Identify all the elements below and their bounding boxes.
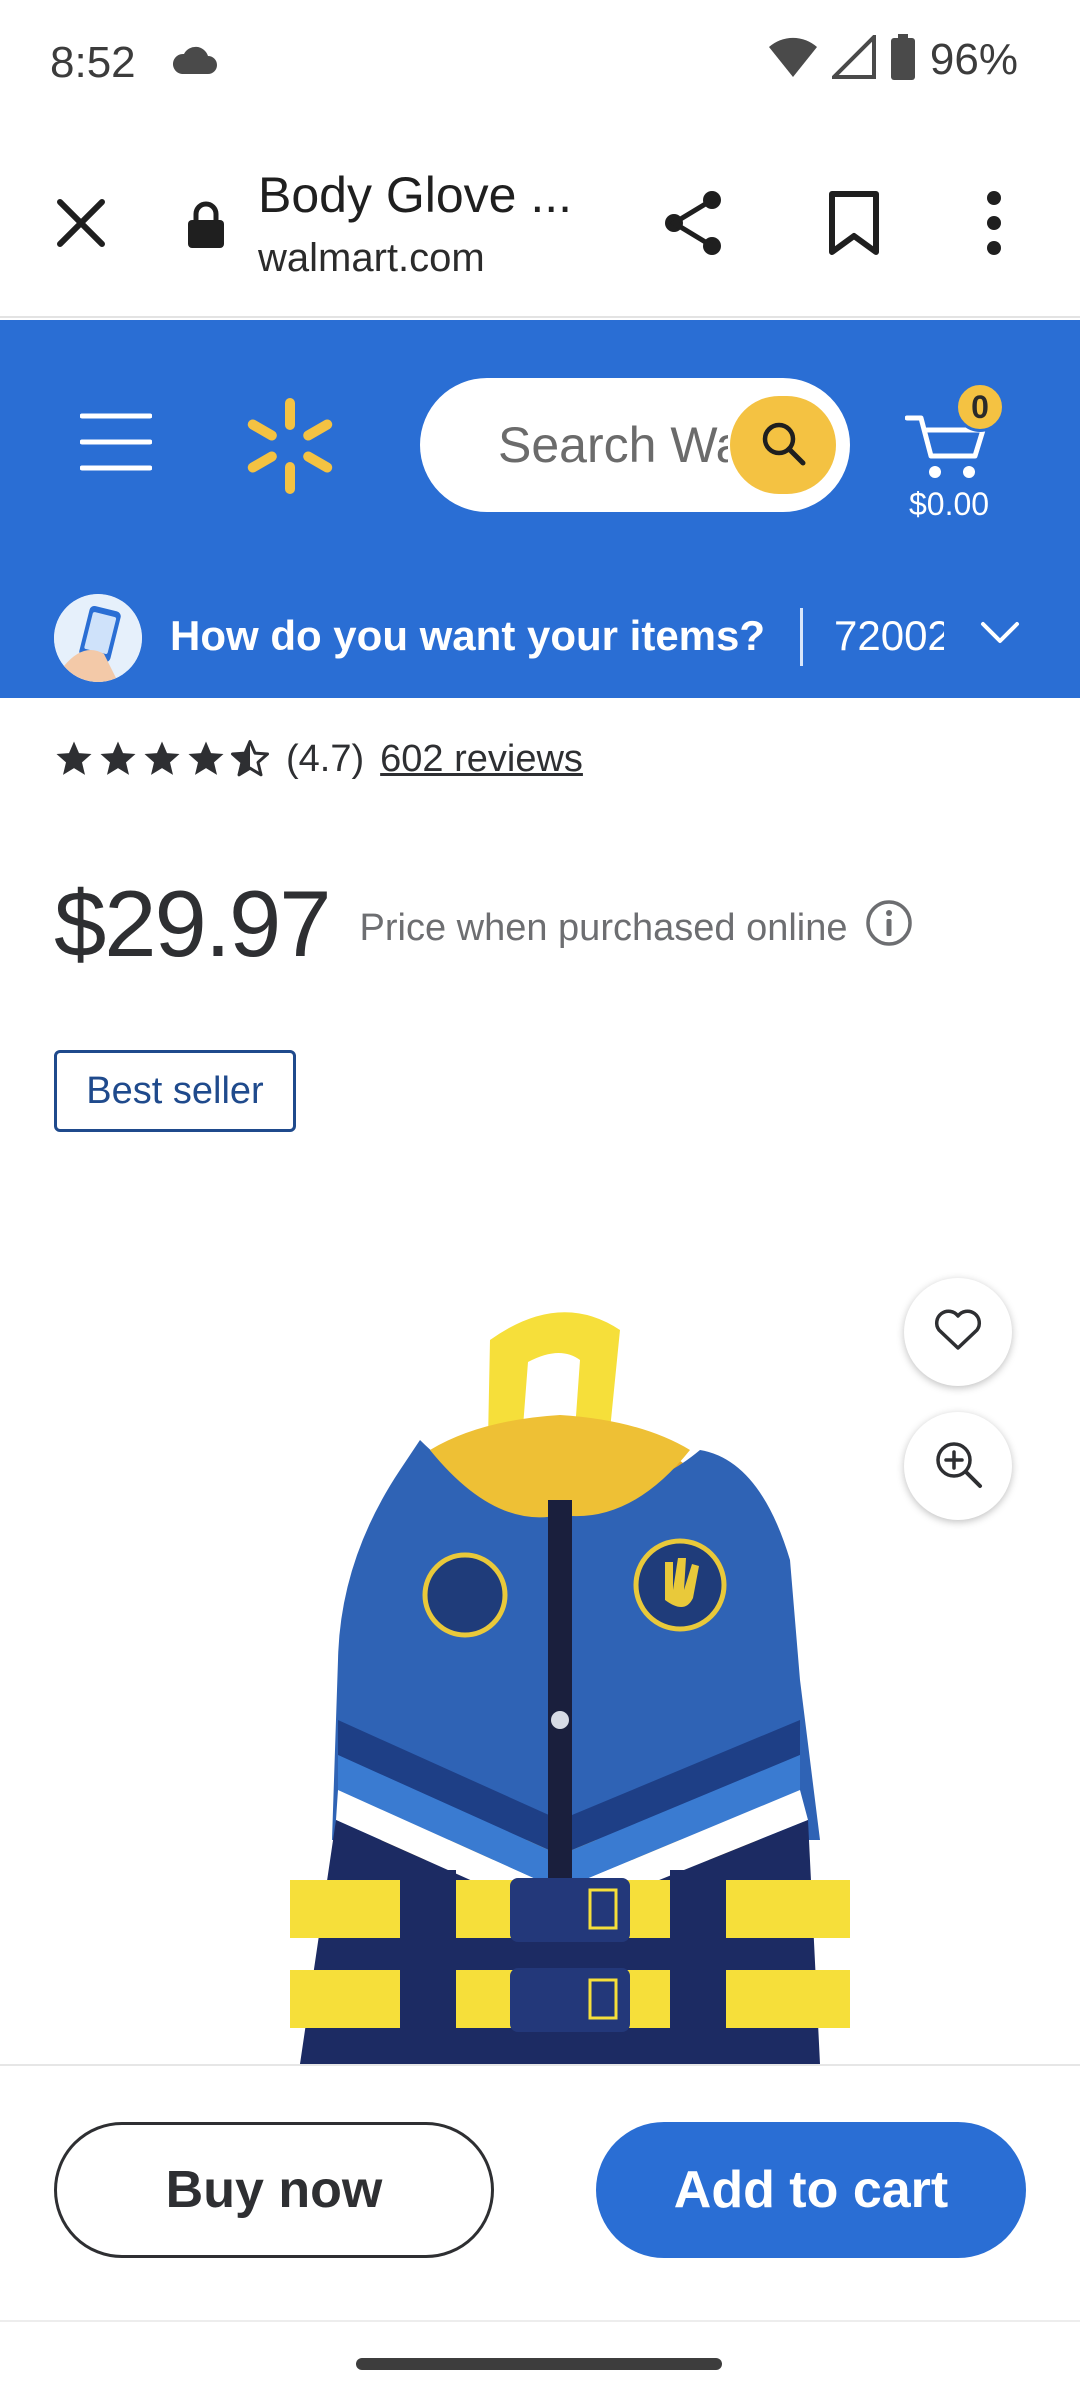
heart-icon [933, 1308, 983, 1357]
divider [800, 608, 803, 666]
browser-toolbar: Body Glove ... walmart.com [0, 128, 1080, 318]
battery-percent: 96% [929, 34, 1018, 84]
search-icon [758, 418, 808, 473]
site-header: 0 $0.00 How do you want your items? 7200… [0, 320, 1080, 698]
star-full-icon [100, 741, 136, 775]
star-full-icon [188, 741, 224, 775]
buy-now-button[interactable]: Buy now [54, 2122, 494, 2258]
search-box [420, 378, 850, 512]
info-icon[interactable] [864, 898, 914, 953]
add-to-cart-button[interactable]: Add to cart [596, 2122, 1026, 2258]
search-button[interactable] [730, 396, 836, 494]
battery-icon [890, 34, 916, 85]
rating-row: (4.7) 602 reviews [54, 730, 583, 788]
close-icon[interactable] [48, 190, 114, 256]
status-bar: 8:52 96% [0, 0, 1080, 128]
star-rating [54, 739, 270, 779]
zoom-button[interactable] [904, 1412, 1012, 1520]
star-half-icon [231, 740, 269, 777]
chevron-down-icon[interactable] [980, 620, 1020, 651]
wifi-icon [768, 35, 818, 84]
cart-button[interactable]: 0 $0.00 [904, 382, 1015, 522]
star-full-icon [144, 741, 180, 775]
rating-value: (4.7) [286, 737, 365, 780]
search-input[interactable] [498, 408, 728, 482]
status-time: 8:52 [50, 38, 136, 87]
bottom-action-bar: Buy now Add to cart [0, 2064, 1080, 2320]
page: 8:52 96% Body Glove ... walmart.com Sear… [0, 0, 1080, 2400]
best-seller-badge: Best seller [54, 1050, 296, 1132]
bookmark-icon[interactable] [826, 190, 882, 261]
product-price: $29.97 [54, 871, 332, 976]
page-title[interactable]: Body Glove ... [258, 166, 572, 224]
product-image[interactable] [260, 1300, 860, 2064]
zoom-in-icon [932, 1438, 984, 1495]
lock-icon [186, 200, 226, 253]
price-row: $29.97 Price when purchased online [54, 870, 848, 978]
share-icon[interactable] [660, 188, 726, 263]
star-full-icon [56, 741, 92, 775]
status-icons: 96% [768, 32, 1018, 85]
price-note: Price when purchased online [359, 907, 848, 949]
favorite-button[interactable] [904, 1278, 1012, 1386]
menu-icon[interactable] [79, 412, 153, 477]
signal-icon [829, 32, 876, 84]
cloud-icon [170, 46, 218, 81]
home-gesture-bar[interactable] [356, 2358, 722, 2370]
delivery-prompt[interactable]: How do you want your items? [170, 612, 765, 660]
delivery-selector[interactable]: How do you want your items? 72002 [0, 578, 1080, 698]
page-url[interactable]: walmart.com [258, 236, 485, 281]
cart-total: $0.00 [909, 486, 990, 522]
reviews-link[interactable]: 602 reviews [380, 738, 583, 781]
delivery-zip[interactable]: 72002 [834, 612, 944, 660]
delivery-phone-icon [54, 594, 142, 682]
cart-count-badge: 0 [955, 382, 1005, 432]
more-vert-icon[interactable] [984, 190, 1004, 261]
system-nav-bar [0, 2320, 1080, 2400]
walmart-spark-logo[interactable] [240, 396, 340, 501]
